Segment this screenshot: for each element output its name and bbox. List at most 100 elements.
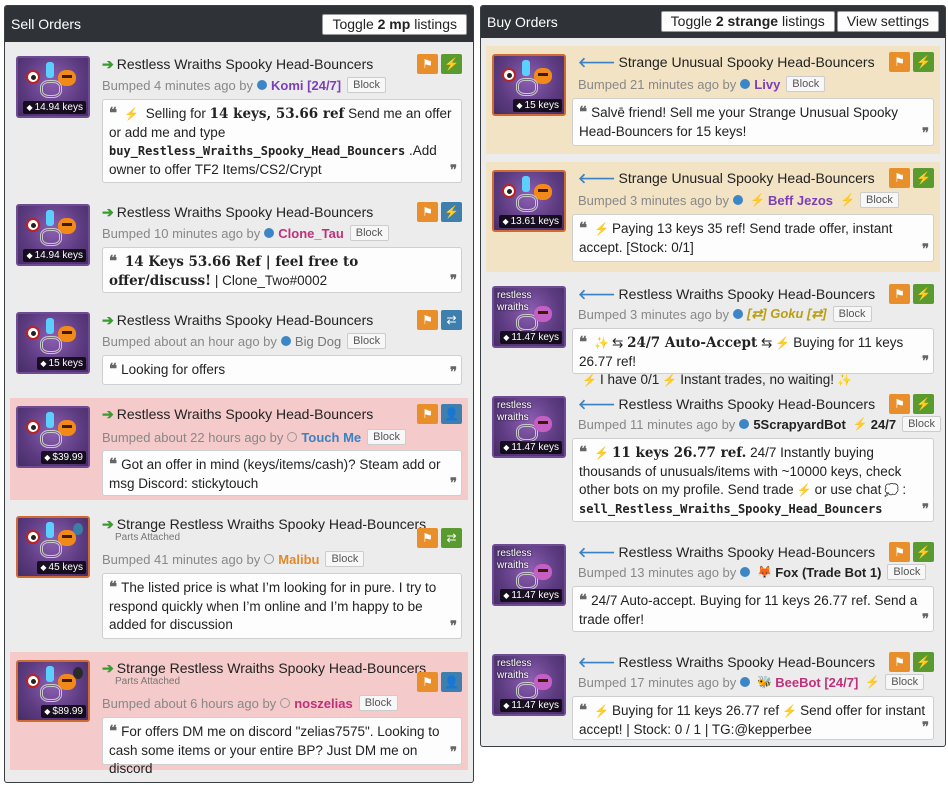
item-icon[interactable]: ◆ 15 keys [492, 54, 566, 116]
block-button[interactable]: Block [358, 695, 398, 711]
report-flag-button[interactable]: ⚑ [889, 284, 910, 304]
item-name[interactable]: 🡐 Restless Wraiths Spooky Head-Bouncers [578, 286, 875, 303]
user-link[interactable]: noszelias [294, 696, 353, 711]
tag-icon: ◆ [516, 101, 523, 110]
instant-sell-button[interactable]: ⚡ [913, 652, 934, 672]
instant-sell-button[interactable]: ⚡ [913, 284, 934, 304]
report-flag-button[interactable]: ⚑ [417, 54, 438, 74]
report-flag-button[interactable]: ⚑ [417, 528, 438, 548]
user-link[interactable]: Clone_Tau [278, 226, 344, 241]
trade-offer-button[interactable]: ⇄ [441, 528, 462, 548]
item-icon[interactable]: ◆ 45 keys [16, 516, 90, 578]
item-name[interactable]: ➔ Strange Restless Wraiths Spooky Head-Bo… [102, 516, 426, 533]
item-name[interactable]: ➔ Restless Wraiths Spooky Head-Bouncers [102, 312, 373, 329]
bump-info: Bumped about 22 hours ago by Touch Me Bloc… [102, 429, 407, 445]
item-icon[interactable]: ◆ $39.99 [16, 406, 90, 468]
item-icon[interactable]: restless wraiths ◆ 11.47 keys [492, 286, 566, 348]
lightning-icon: ⚡ [865, 675, 881, 689]
user-link[interactable]: Komi [24/7] [271, 78, 341, 93]
add-friend-button[interactable]: 👤 [441, 672, 462, 692]
report-flag-button[interactable]: ⚑ [889, 394, 910, 414]
price-tag: ◆ 11.47 keys [500, 331, 562, 344]
bump-info: Bumped 11 minutes ago by 5ScrapyardBot ⚡ 24… [578, 416, 941, 432]
item-icon[interactable]: ◆ 14.94 keys [16, 56, 90, 118]
swap-arrows-icon: ⇄ [446, 531, 457, 545]
trade-offer-button[interactable]: ⇄ [441, 310, 462, 330]
item-icon[interactable]: ◆ 13.61 keys [492, 170, 566, 232]
price-tag: ◆ 11.47 keys [500, 441, 562, 454]
user-link[interactable]: Touch Me [301, 430, 361, 445]
item-name[interactable]: 🡐 Strange Unusual Spooky Head-Bouncers [578, 170, 875, 187]
block-button[interactable]: Block [887, 564, 927, 580]
item-name[interactable]: ➔ Restless Wraiths Spooky Head-Bouncers [102, 204, 373, 221]
block-button[interactable]: Block [832, 306, 872, 322]
item-name[interactable]: ➔ Restless Wraiths Spooky Head-Bouncers [102, 56, 373, 73]
block-button[interactable]: Block [902, 416, 941, 432]
user-link[interactable]: Big Dog [295, 334, 341, 349]
listing-comment: ❝ Got an offer in mind (keys/items/cash)?… [102, 450, 462, 496]
block-button[interactable]: Block [347, 77, 387, 93]
user-link[interactable]: [⇄] Goku [⇄] [747, 306, 827, 322]
item-icon[interactable]: ◆ 15 keys [16, 312, 90, 374]
item-name[interactable]: 🡐 Restless Wraiths Spooky Head-Bouncers [578, 396, 875, 413]
user-link[interactable]: Fox (Trade Bot 1) [775, 565, 881, 580]
item-name[interactable]: 🡐 Restless Wraiths Spooky Head-Bouncers [578, 544, 875, 561]
item-name[interactable]: ➔ Strange Restless Wraiths Spooky Head-Bo… [102, 660, 426, 677]
view-settings-button[interactable]: View settings [836, 11, 939, 32]
item-name[interactable]: 🡐 Strange Unusual Spooky Head-Bouncers [578, 54, 875, 71]
lightning-icon: ⚡ [594, 446, 610, 460]
item-icon[interactable]: restless wraiths ◆ 11.47 keys [492, 544, 566, 606]
block-button[interactable]: Block [349, 225, 389, 241]
user-link[interactable]: Malibu [278, 552, 319, 567]
user-link[interactable]: Beff Jezos [768, 193, 833, 208]
lightning-icon: ⚡ [852, 417, 868, 431]
add-friend-button[interactable]: 👤 [441, 404, 462, 424]
report-flag-button[interactable]: ⚑ [417, 672, 438, 692]
report-flag-button[interactable]: ⚑ [889, 52, 910, 72]
item-name[interactable]: ➔ Restless Wraiths Spooky Head-Bouncers [102, 406, 373, 423]
block-button[interactable]: Block [885, 674, 925, 690]
flag-icon: ⚑ [894, 55, 905, 69]
instant-sell-button[interactable]: ⚡ [913, 52, 934, 72]
sell-listing: ◆ 14.94 keys ➔ Restless Wraiths Spooky Hea… [10, 48, 468, 188]
block-button[interactable]: Block [347, 333, 387, 349]
item-icon[interactable]: ◆ 14.94 keys [16, 204, 90, 266]
listing-comment: ❝ The listed price is what I’m looking fo… [102, 573, 462, 639]
user-link[interactable]: Livy [754, 77, 780, 92]
quote-open-icon: ❝ [579, 333, 588, 351]
report-flag-button[interactable]: ⚑ [417, 202, 438, 222]
report-flag-button[interactable]: ⚑ [417, 404, 438, 424]
bump-info: Bumped 3 minutes ago by ⚡ Beff Jezos ⚡ Block [578, 192, 899, 208]
user-link[interactable]: 5ScrapyardBot [753, 417, 845, 432]
block-button[interactable]: Block [859, 192, 899, 208]
user-link[interactable]: BeeBot [24/7] [775, 675, 858, 690]
flag-icon: ⚑ [422, 313, 433, 327]
report-flag-button[interactable]: ⚑ [889, 652, 910, 672]
buy-listing: restless wraiths ◆ 11.47 keys 🡐 Restless W… [486, 536, 940, 636]
instant-buy-button[interactable]: ⚡ [441, 54, 462, 74]
toggle-strange-listings-button[interactable]: Toggle 2 strange listings [660, 11, 835, 32]
quote-open-icon: ❝ [109, 360, 118, 378]
report-flag-button[interactable]: ⚑ [889, 168, 910, 188]
tag-icon: ◆ [503, 333, 510, 342]
report-flag-button[interactable]: ⚑ [889, 542, 910, 562]
parts-attached-label: Parts Attached [115, 532, 181, 543]
item-icon[interactable]: restless wraiths ◆ 11.47 keys [492, 396, 566, 458]
online-status-icon [740, 677, 751, 687]
lightning-icon: ⚡ [916, 171, 931, 185]
tag-icon: ◆ [44, 707, 51, 716]
block-button[interactable]: Block [786, 76, 826, 92]
instant-sell-button[interactable]: ⚡ [913, 394, 934, 414]
item-icon[interactable]: restless wraiths ◆ 11.47 keys [492, 654, 566, 716]
instant-buy-button[interactable]: ⚡ [441, 202, 462, 222]
report-flag-button[interactable]: ⚑ [417, 310, 438, 330]
block-button[interactable]: Block [325, 551, 365, 567]
item-name[interactable]: 🡐 Restless Wraiths Spooky Head-Bouncers [578, 654, 875, 671]
flag-icon: ⚑ [894, 171, 905, 185]
block-button[interactable]: Block [367, 429, 407, 445]
toggle-mp-listings-button[interactable]: Toggle 2 mp listings [322, 14, 467, 35]
item-icon[interactable]: ◆ $89.99 [16, 660, 90, 722]
instant-sell-button[interactable]: ⚡ [913, 168, 934, 188]
quote-open-icon: ❝ [579, 219, 588, 237]
instant-sell-button[interactable]: ⚡ [913, 542, 934, 562]
